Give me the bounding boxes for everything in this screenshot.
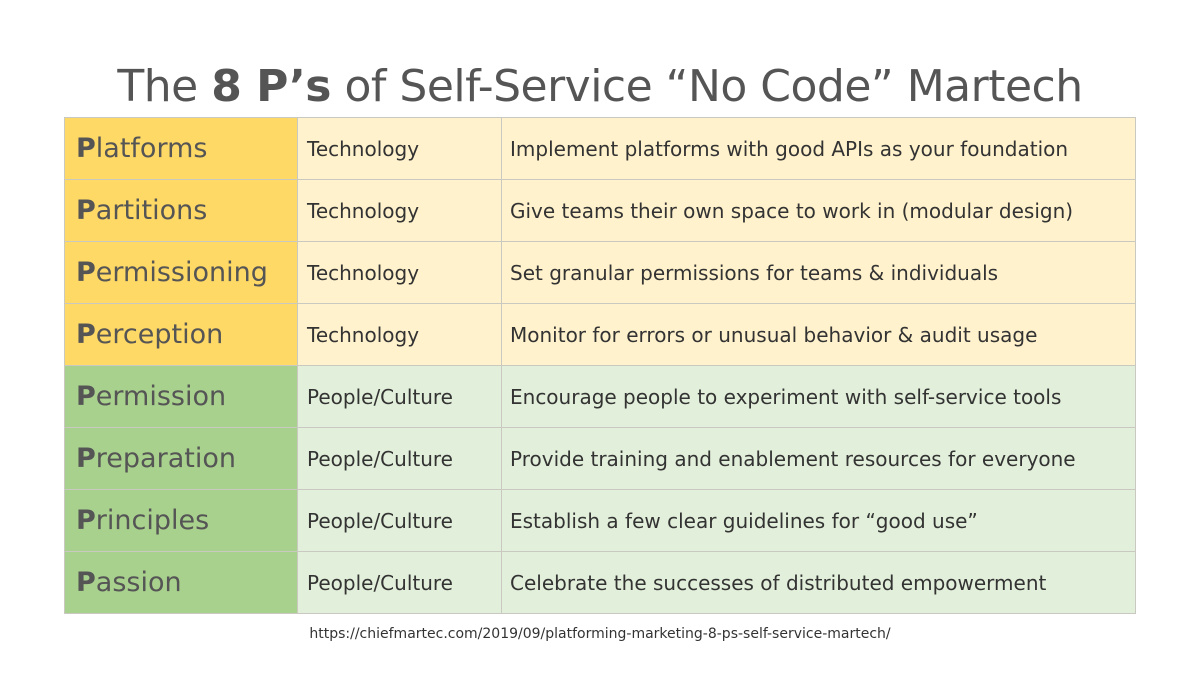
p-initial: P bbox=[76, 443, 96, 474]
table-row: Preparation People/Culture Provide train… bbox=[64, 427, 1136, 490]
p-name-rest: latforms bbox=[95, 133, 208, 164]
p-name-cell: Permission bbox=[64, 365, 298, 428]
category-cell: People/Culture bbox=[297, 365, 502, 428]
description-cell: Set granular permissions for teams & ind… bbox=[501, 241, 1136, 304]
title-suffix: of Self-Service “No Code” Martech bbox=[331, 61, 1083, 113]
p-name-rest: reparation bbox=[95, 443, 236, 474]
table-row: Passion People/Culture Celebrate the suc… bbox=[64, 551, 1136, 614]
p-name-rest: erception bbox=[95, 319, 224, 350]
category-cell: Technology bbox=[297, 179, 502, 242]
eight-ps-table: Platforms Technology Implement platforms… bbox=[64, 117, 1136, 614]
p-name-rest: assion bbox=[95, 567, 182, 598]
p-name-cell: Perception bbox=[64, 303, 298, 366]
category-cell: Technology bbox=[297, 303, 502, 366]
description-cell: Establish a few clear guidelines for “go… bbox=[501, 489, 1136, 552]
category-cell: People/Culture bbox=[297, 489, 502, 552]
p-name-rest: ermissioning bbox=[95, 257, 268, 288]
category-cell: People/Culture bbox=[297, 427, 502, 490]
table-row: Partitions Technology Give teams their o… bbox=[64, 179, 1136, 242]
description-cell: Encourage people to experiment with self… bbox=[501, 365, 1136, 428]
table-row: Permission People/Culture Encourage peop… bbox=[64, 365, 1136, 428]
p-name-cell: Principles bbox=[64, 489, 298, 552]
p-initial: P bbox=[76, 567, 96, 598]
category-cell: People/Culture bbox=[297, 551, 502, 614]
title-bold: 8 P’s bbox=[211, 61, 331, 113]
table-row: Principles People/Culture Establish a fe… bbox=[64, 489, 1136, 552]
p-initial: P bbox=[76, 505, 96, 536]
description-cell: Celebrate the successes of distributed e… bbox=[501, 551, 1136, 614]
p-name-cell: Platforms bbox=[64, 117, 298, 180]
p-name-rest: rinciples bbox=[95, 505, 210, 536]
description-cell: Implement platforms with good APIs as yo… bbox=[501, 117, 1136, 180]
description-cell: Monitor for errors or unusual behavior &… bbox=[501, 303, 1136, 366]
table-row: Perception Technology Monitor for errors… bbox=[64, 303, 1136, 366]
table-row: Permissioning Technology Set granular pe… bbox=[64, 241, 1136, 304]
description-cell: Provide training and enablement resource… bbox=[501, 427, 1136, 490]
p-name-cell: Partitions bbox=[64, 179, 298, 242]
p-initial: P bbox=[76, 133, 96, 164]
page-title: The 8 P’s of Self-Service “No Code” Mart… bbox=[0, 61, 1200, 112]
p-name-rest: ermission bbox=[95, 381, 227, 412]
source-url: https://chiefmartec.com/2019/09/platform… bbox=[309, 626, 891, 642]
category-cell: Technology bbox=[297, 117, 502, 180]
p-name-cell: Passion bbox=[64, 551, 298, 614]
category-cell: Technology bbox=[297, 241, 502, 304]
table-row: Platforms Technology Implement platforms… bbox=[64, 117, 1136, 180]
p-initial: P bbox=[76, 381, 96, 412]
p-name-cell: Preparation bbox=[64, 427, 298, 490]
p-initial: P bbox=[76, 257, 96, 288]
p-name-cell: Permissioning bbox=[64, 241, 298, 304]
description-cell: Give teams their own space to work in (m… bbox=[501, 179, 1136, 242]
title-prefix: The bbox=[117, 61, 212, 113]
p-initial: P bbox=[76, 319, 96, 350]
p-name-rest: artitions bbox=[95, 195, 208, 226]
p-initial: P bbox=[76, 195, 96, 226]
